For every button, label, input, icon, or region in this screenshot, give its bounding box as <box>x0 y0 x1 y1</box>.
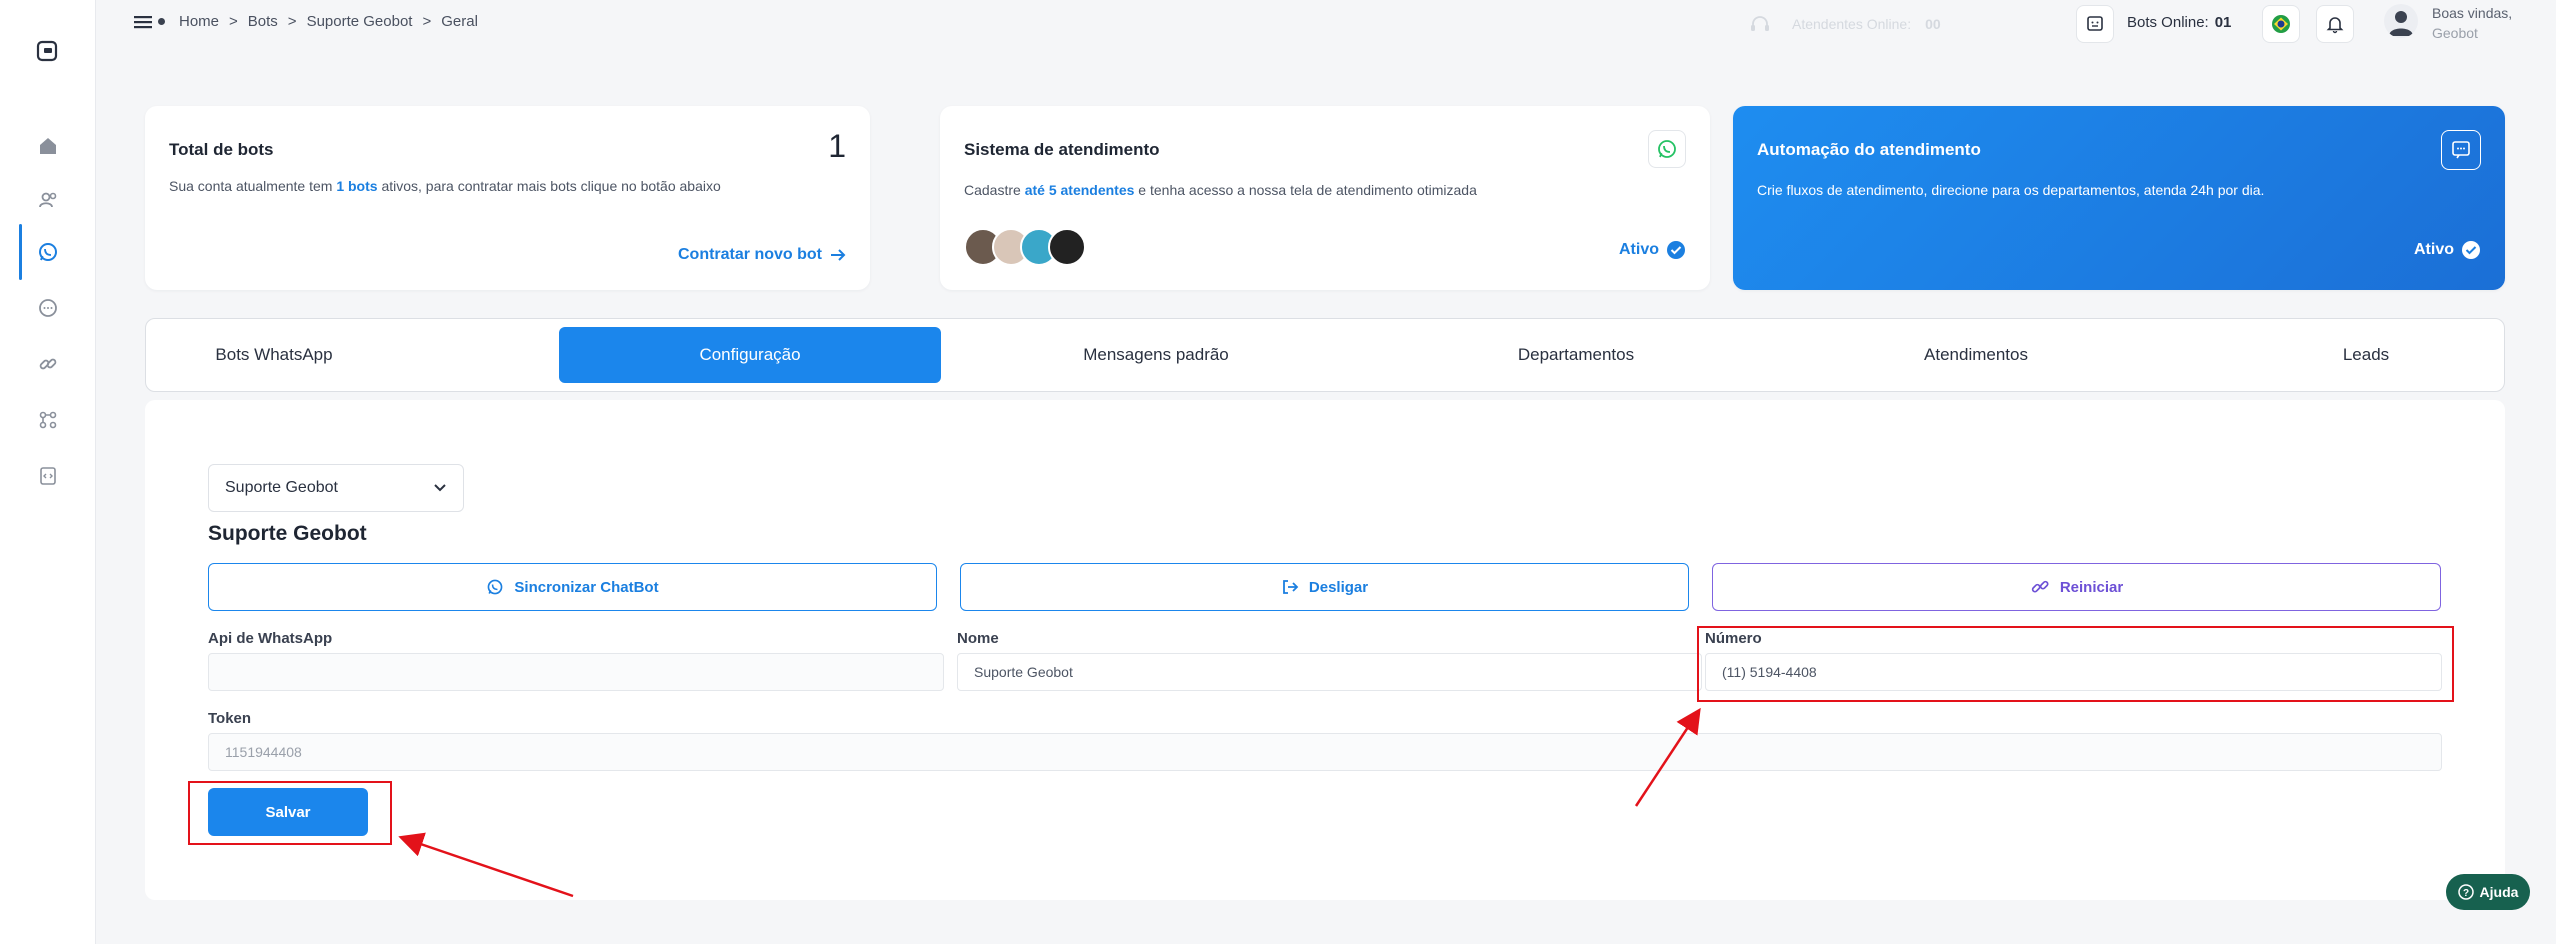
menu-toggle-icon[interactable] <box>132 12 154 32</box>
automation-description: Crie fluxos de atendimento, direcione pa… <box>1757 182 2265 198</box>
attendants-label: Atendentes Online: <box>1792 16 1912 32</box>
attendance-text-bold: até 5 atendentes <box>1024 182 1135 198</box>
name-label: Nome <box>957 630 999 647</box>
breadcrumb-bot[interactable]: Suporte Geobot <box>307 13 413 30</box>
attendants-online: Atendentes Online: 00 <box>1748 14 1941 34</box>
app-logo-icon[interactable] <box>36 40 60 64</box>
whatsapp-badge-icon <box>1648 130 1686 168</box>
attendance-status: Ativo <box>1619 240 1686 260</box>
sidebar <box>0 0 96 944</box>
bot-select[interactable]: Suporte Geobot <box>208 464 464 512</box>
help-button[interactable]: ? Ajuda <box>2446 874 2530 910</box>
bots-online-label: Bots Online: <box>2127 14 2209 31</box>
total-bots-card: Total de bots 1 Sua conta atualmente tem… <box>145 106 870 290</box>
token-field[interactable]: 1151944408 <box>208 733 2442 771</box>
api-field[interactable] <box>208 653 944 691</box>
welcome-user: Geobot <box>2432 25 2478 41</box>
attendants-count: 00 <box>1925 16 1941 32</box>
whatsapp-icon <box>488 579 503 595</box>
tab-atendimentos[interactable]: Atendimentos <box>1826 327 2126 383</box>
tab-leads[interactable]: Leads <box>2286 327 2446 383</box>
tab-configuracao[interactable]: Configuração <box>559 327 941 383</box>
chat-icon[interactable] <box>34 294 62 322</box>
bell-icon[interactable] <box>2316 5 2354 43</box>
breadcrumb-dot <box>158 18 165 25</box>
breadcrumb-bots[interactable]: Bots <box>248 13 278 30</box>
total-bots-description: Sua conta atualmente tem 1 bots ativos, … <box>169 178 721 194</box>
headset-icon <box>1751 16 1769 31</box>
link-icon <box>2031 580 2049 593</box>
help-label: Ajuda <box>2479 884 2519 900</box>
automation-status: Ativo <box>2414 240 2481 260</box>
highlight-save-box <box>188 781 392 845</box>
breadcrumb-separator: > <box>422 13 432 30</box>
sync-chatbot-button[interactable]: Sincronizar ChatBot <box>208 563 937 611</box>
welcome-greeting: Boas vindas, <box>2432 5 2513 21</box>
highlight-number-box <box>1697 626 2454 702</box>
breadcrumb: Home > Bots > Suporte Geobot > Geral <box>158 13 478 30</box>
users-icon[interactable] <box>34 186 62 214</box>
tab-bar: Bots WhatsApp Configuração Mensagens pad… <box>145 318 2505 392</box>
disconnect-label: Desligar <box>1308 578 1369 596</box>
tab-departamentos[interactable]: Departamentos <box>1426 327 1726 383</box>
attendance-text-prefix: Cadastre <box>964 182 1025 198</box>
attendant-avatar <box>1048 228 1086 266</box>
disconnect-button[interactable]: Desligar <box>960 563 1689 611</box>
arrow-right-icon <box>831 249 846 261</box>
attendant-avatars <box>964 228 1086 266</box>
api-label: Api de WhatsApp <box>208 630 333 647</box>
bot-icon[interactable] <box>2076 5 2114 43</box>
breadcrumb-separator: > <box>287 13 297 30</box>
breadcrumb-separator: > <box>229 13 238 30</box>
bots-online: Bots Online: 01 <box>2127 14 2231 31</box>
logout-icon <box>1282 580 1299 594</box>
name-field[interactable]: Suporte Geobot <box>957 653 1702 691</box>
help-icon: ? <box>2457 884 2474 900</box>
chevron-down-icon <box>434 484 446 492</box>
bot-title: Suporte Geobot <box>208 522 367 545</box>
welcome-text: Boas vindas, Geobot <box>2432 3 2512 43</box>
restart-button[interactable]: Reiniciar <box>1712 563 2441 611</box>
total-bots-text-bold: 1 bots <box>336 178 378 194</box>
svg-text:?: ? <box>2462 888 2468 899</box>
hire-new-bot-link[interactable]: Contratar novo bot <box>678 246 846 264</box>
home-icon[interactable] <box>34 132 62 160</box>
attendance-system-title: Sistema de atendimento <box>964 140 1160 159</box>
brazil-flag-icon[interactable] <box>2262 5 2300 43</box>
whatsapp-icon[interactable] <box>34 238 62 266</box>
automation-status-label: Ativo <box>2414 241 2454 258</box>
check-circle-icon <box>2462 241 2480 259</box>
tab-bots-whatsapp[interactable]: Bots WhatsApp <box>154 327 394 383</box>
hire-new-bot-label: Contratar novo bot <box>678 246 822 263</box>
automation-card: Automação do atendimento Crie fluxos de … <box>1733 106 2505 290</box>
total-bots-count: 1 <box>828 128 846 164</box>
total-bots-text-suffix: ativos, para contratar mais bots clique … <box>377 178 721 194</box>
bot-select-value: Suporte Geobot <box>225 479 338 496</box>
breadcrumb-home[interactable]: Home <box>179 13 219 30</box>
tab-mensagens-padrao[interactable]: Mensagens padrão <box>1006 327 1306 383</box>
restart-label: Reiniciar <box>2059 578 2124 596</box>
total-bots-text-prefix: Sua conta atualmente tem <box>169 178 337 194</box>
user-avatar[interactable] <box>2384 4 2418 38</box>
message-icon <box>2441 130 2481 170</box>
attendance-system-description: Cadastre até 5 atendentes e tenha acesso… <box>964 182 1477 198</box>
attendance-status-label: Ativo <box>1619 241 1659 258</box>
breadcrumb-current: Geral <box>441 13 478 30</box>
check-circle-icon <box>1667 241 1685 259</box>
total-bots-title: Total de bots <box>169 140 274 159</box>
bots-online-count: 01 <box>2214 14 2232 31</box>
sidebar-active-indicator <box>19 224 22 280</box>
token-label: Token <box>208 710 252 727</box>
flow-icon[interactable] <box>34 406 62 434</box>
sync-chatbot-label: Sincronizar ChatBot <box>514 578 659 596</box>
attendance-text-suffix: e tenha acesso a nossa tela de atendimen… <box>1134 182 1477 198</box>
link-icon[interactable] <box>34 350 62 378</box>
attendance-system-card: Sistema de atendimento Cadastre até 5 at… <box>940 106 1710 290</box>
code-file-icon[interactable] <box>34 462 62 490</box>
automation-title: Automação do atendimento <box>1757 140 1981 159</box>
